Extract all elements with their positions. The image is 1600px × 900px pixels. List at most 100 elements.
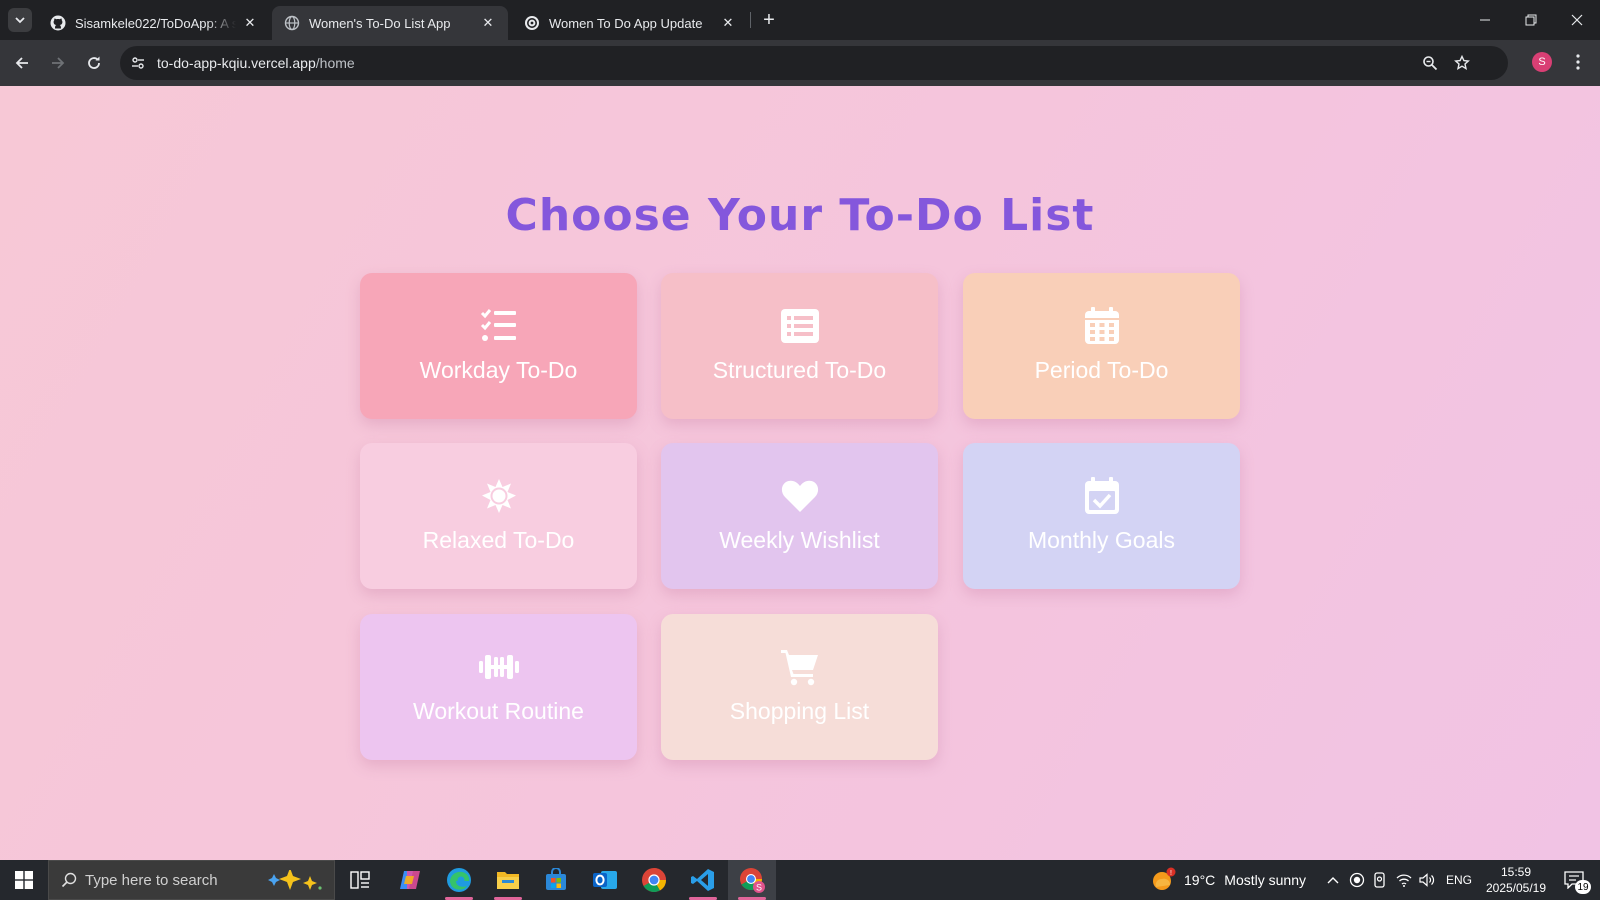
url-host: to-do-app-kqiu.vercel.app	[157, 55, 316, 71]
site-settings-icon[interactable]	[126, 51, 150, 75]
weather-widget[interactable]: ! 19°C Mostly sunny	[1150, 860, 1306, 900]
svg-text:S: S	[756, 883, 762, 893]
tab-search-button[interactable]	[8, 8, 32, 32]
github-icon	[50, 15, 66, 31]
address-bar[interactable]: to-do-app-kqiu.vercel.app/home	[120, 46, 1508, 80]
calendar-icon	[1082, 306, 1122, 346]
svg-text:!: !	[1170, 870, 1172, 877]
forward-button[interactable]	[42, 47, 74, 79]
sun-icon	[479, 476, 519, 516]
card-label: Shopping List	[729, 698, 870, 724]
taskbar-search-box[interactable]: Type here to search	[48, 860, 335, 900]
taskbar-edge[interactable]	[435, 860, 483, 900]
more-menu-icon[interactable]	[1566, 49, 1590, 75]
edge-icon	[447, 868, 471, 892]
wifi-icon[interactable]	[1394, 860, 1414, 900]
meet-now-icon[interactable]	[1370, 860, 1390, 900]
record-icon[interactable]	[1347, 860, 1367, 900]
volume-icon[interactable]	[1417, 860, 1437, 900]
chrome-profile-icon: S	[740, 868, 765, 893]
chevron-down-icon	[15, 17, 25, 24]
card-shopping-list[interactable]: Shopping List	[661, 614, 938, 760]
url-text: to-do-app-kqiu.vercel.app/home	[157, 55, 355, 71]
card-label: Workout Routine	[413, 698, 584, 724]
tab-womens-todo[interactable]: Women's To-Do List App ✕	[272, 6, 508, 40]
tab-github[interactable]: Sisamkele022/ToDoApp: A simple ✕	[38, 6, 270, 40]
sparkle-icon	[268, 870, 322, 890]
taskbar-file-explorer[interactable]	[484, 860, 532, 900]
card-workday-todo[interactable]: Workday To-Do	[360, 273, 637, 419]
card-label: Relaxed To-Do	[422, 527, 575, 553]
bookmark-star-icon[interactable]	[1450, 51, 1474, 75]
arrow-left-icon	[15, 57, 28, 69]
dumbbell-icon	[478, 647, 519, 687]
notification-center-button[interactable]: 19	[1557, 866, 1591, 894]
minimize-icon	[1480, 19, 1490, 21]
start-button[interactable]	[0, 860, 48, 900]
close-icon[interactable]: ✕	[720, 15, 736, 31]
taskbar-outlook[interactable]	[581, 860, 629, 900]
copilot-icon	[400, 871, 420, 889]
reload-icon	[88, 56, 100, 69]
card-weekly-wishlist[interactable]: Weekly Wishlist	[661, 443, 938, 589]
language-text: ENG	[1445, 873, 1472, 887]
taskbar-clock[interactable]: 15:59 2025/05/19	[1476, 864, 1556, 896]
card-label: Structured To-Do	[712, 357, 887, 383]
windows-logo-icon	[15, 871, 33, 889]
tab-separator	[750, 12, 751, 28]
back-button[interactable]	[6, 47, 38, 79]
restore-button[interactable]	[1508, 0, 1554, 40]
card-label: Workday To-Do	[419, 357, 578, 383]
taskbar-chrome-profile[interactable]: S	[728, 860, 776, 900]
weather-temp: 19°C	[1184, 872, 1216, 888]
tab-women-todo-update[interactable]: Women To Do App Update ✕	[512, 6, 748, 40]
restore-icon	[1525, 14, 1537, 26]
reload-button[interactable]	[78, 47, 110, 79]
card-label: Weekly Wishlist	[719, 527, 880, 553]
close-icon[interactable]: ✕	[480, 15, 496, 31]
profile-avatar[interactable]: S	[1532, 52, 1552, 72]
taskbar-vscode[interactable]	[679, 860, 727, 900]
folder-icon	[497, 872, 519, 889]
arrow-right-icon	[52, 57, 65, 69]
tab-title: Women To Do App Update	[549, 15, 703, 31]
browser-toolbar: to-do-app-kqiu.vercel.app/home	[0, 40, 1600, 86]
browser-tab-strip: Sisamkele022/ToDoApp: A simple ✕ Women's…	[0, 0, 1600, 40]
minimize-button[interactable]	[1462, 0, 1508, 40]
list-check-icon	[479, 306, 519, 346]
new-tab-button[interactable]: +	[757, 8, 781, 32]
language-indicator[interactable]: ENG	[1444, 860, 1474, 900]
taskbar-chrome[interactable]	[630, 860, 678, 900]
search-icon	[61, 872, 77, 888]
task-view-icon	[350, 871, 370, 889]
close-window-button[interactable]	[1554, 0, 1600, 40]
globe-icon	[284, 15, 300, 31]
weather-desc: Mostly sunny	[1224, 872, 1306, 888]
close-icon	[1571, 14, 1583, 26]
url-path: /home	[315, 55, 355, 71]
show-hidden-icons-button[interactable]	[1323, 860, 1343, 900]
card-monthly-goals[interactable]: Monthly Goals	[963, 443, 1240, 589]
close-icon[interactable]: ✕	[242, 15, 258, 31]
notification-count: 19	[1575, 880, 1591, 894]
openai-icon	[524, 15, 540, 31]
heart-icon	[780, 476, 820, 516]
task-view-button[interactable]	[336, 860, 384, 900]
card-label: Monthly Goals	[1027, 527, 1175, 553]
taskbar-microsoft-store[interactable]	[532, 860, 580, 900]
search-placeholder: Type here to search	[85, 871, 218, 889]
page-viewport: Choose Your To-Do List Workday To-Do Str	[0, 86, 1600, 860]
card-period-todo[interactable]: Period To-Do	[963, 273, 1240, 419]
tab-title: Sisamkele022/ToDoApp: A simple	[75, 15, 236, 31]
card-workout-routine[interactable]: Workout Routine	[360, 614, 637, 760]
zoom-icon[interactable]	[1418, 51, 1442, 75]
cart-icon	[780, 647, 820, 687]
card-relaxed-todo[interactable]: Relaxed To-Do	[360, 443, 637, 589]
page-title: Choose Your To-Do List	[505, 190, 1095, 241]
windows-taskbar: Type here to search S ! 19°C Mostly sunn…	[0, 860, 1600, 900]
store-icon	[546, 868, 566, 890]
outlook-icon	[593, 871, 617, 889]
chrome-icon	[642, 868, 666, 893]
taskbar-copilot[interactable]	[386, 860, 434, 900]
card-structured-todo[interactable]: Structured To-Do	[661, 273, 938, 419]
